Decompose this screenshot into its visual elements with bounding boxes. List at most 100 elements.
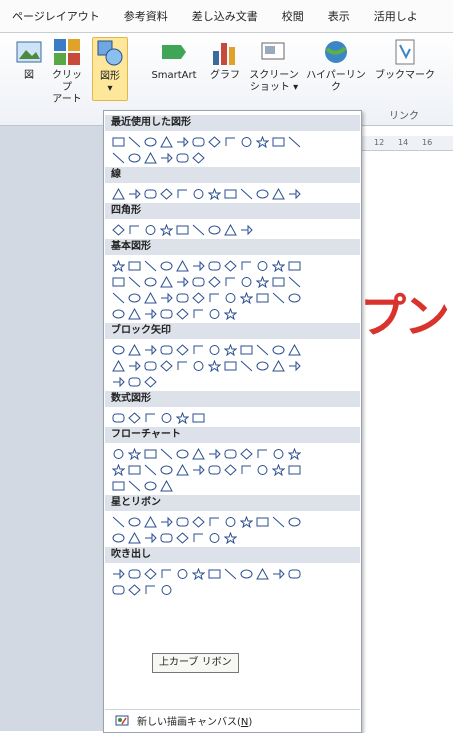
ribbon-button-clipart[interactable]: クリップ アート xyxy=(50,37,84,105)
shape-option[interactable] xyxy=(176,448,189,460)
shape-option[interactable] xyxy=(160,275,173,288)
shape-option[interactable] xyxy=(272,359,285,372)
shape-option[interactable] xyxy=(272,259,285,272)
shape-option[interactable] xyxy=(192,260,205,272)
shape-option[interactable] xyxy=(112,259,125,272)
shape-option[interactable] xyxy=(112,516,125,528)
shape-option[interactable] xyxy=(176,136,189,148)
shape-option[interactable] xyxy=(192,276,205,288)
shape-option[interactable] xyxy=(208,308,221,320)
shape-option[interactable] xyxy=(272,448,285,460)
shape-option[interactable] xyxy=(256,260,269,272)
shape-option[interactable] xyxy=(208,275,221,288)
shape-option[interactable] xyxy=(176,152,189,164)
ribbon-button-hyperlink[interactable]: ハイパーリンク xyxy=(303,37,369,95)
shape-option[interactable] xyxy=(224,188,237,200)
shape-option[interactable] xyxy=(272,463,285,476)
shape-option[interactable] xyxy=(272,568,285,580)
shape-option[interactable] xyxy=(240,568,253,580)
shape-option[interactable] xyxy=(176,276,189,288)
shape-option[interactable] xyxy=(144,567,157,580)
shape-option[interactable] xyxy=(288,464,301,476)
shape-option[interactable] xyxy=(144,448,157,460)
shape-option[interactable] xyxy=(144,224,157,236)
shape-option[interactable] xyxy=(128,531,141,544)
shape-option[interactable] xyxy=(160,260,173,272)
shape-option[interactable] xyxy=(144,291,157,304)
shape-option[interactable] xyxy=(192,188,205,200)
ribbon-button-shapes[interactable]: 図形 ▾ xyxy=(92,37,128,101)
shape-option[interactable] xyxy=(144,412,157,424)
shape-option[interactable] xyxy=(240,344,253,356)
new-drawing-canvas-item[interactable]: 新しい描画キャンバス(N) xyxy=(105,709,360,730)
shape-option[interactable] xyxy=(192,515,205,528)
shape-option[interactable] xyxy=(160,344,173,356)
shape-option[interactable] xyxy=(176,292,189,304)
shape-option[interactable] xyxy=(160,448,173,460)
shape-option[interactable] xyxy=(256,448,269,460)
ribbon-tab-3[interactable]: 校閲 xyxy=(270,8,316,24)
shape-option[interactable] xyxy=(256,188,269,200)
shape-option[interactable] xyxy=(128,480,141,492)
shape-option[interactable] xyxy=(160,412,173,424)
shape-option[interactable] xyxy=(144,464,157,476)
shape-option[interactable] xyxy=(192,291,205,304)
shape-option[interactable] xyxy=(176,224,189,236)
shape-option[interactable] xyxy=(160,479,173,492)
ribbon-button-picture[interactable]: 図 xyxy=(14,37,44,95)
shape-option[interactable] xyxy=(256,464,269,476)
ribbon-tab-1[interactable]: 参考資料 xyxy=(112,8,180,24)
horizontal-ruler[interactable]: 12 14 16 xyxy=(360,136,453,151)
shape-option[interactable] xyxy=(192,412,205,424)
shape-option[interactable] xyxy=(272,292,285,304)
shape-option[interactable] xyxy=(256,516,269,528)
shape-option[interactable] xyxy=(144,151,157,164)
shape-option[interactable] xyxy=(208,260,221,272)
shape-option[interactable] xyxy=(256,135,269,148)
shape-option[interactable] xyxy=(128,411,141,424)
shape-option[interactable] xyxy=(176,360,189,372)
shape-option[interactable] xyxy=(128,583,141,596)
shape-option[interactable] xyxy=(224,360,237,372)
shape-option[interactable] xyxy=(112,344,125,356)
shape-option[interactable] xyxy=(176,259,189,272)
shape-option[interactable] xyxy=(160,292,173,304)
shape-option[interactable] xyxy=(160,308,173,320)
shape-option[interactable] xyxy=(112,376,125,388)
shape-option[interactable] xyxy=(160,464,173,476)
shape-option[interactable] xyxy=(128,224,141,236)
shape-option[interactable] xyxy=(144,260,157,272)
shape-option[interactable] xyxy=(288,260,301,272)
shape-option[interactable] xyxy=(240,360,253,372)
shape-option[interactable] xyxy=(176,531,189,544)
shape-option[interactable] xyxy=(208,359,221,372)
shape-option[interactable] xyxy=(112,292,125,304)
shape-option[interactable] xyxy=(192,344,205,356)
shape-option[interactable] xyxy=(224,531,237,544)
shape-option[interactable] xyxy=(208,516,221,528)
shape-option[interactable] xyxy=(112,359,125,372)
shape-option[interactable] xyxy=(128,307,141,320)
shape-option[interactable] xyxy=(176,516,189,528)
shape-option[interactable] xyxy=(192,464,205,476)
shape-option[interactable] xyxy=(288,447,301,460)
shape-option[interactable] xyxy=(224,463,237,476)
ribbon-button-screenshot[interactable]: スクリーン ショット ▾ xyxy=(249,37,299,95)
shape-option[interactable] xyxy=(128,188,141,200)
shape-option[interactable] xyxy=(112,223,125,236)
shape-option[interactable] xyxy=(112,187,125,200)
shape-option[interactable] xyxy=(160,532,173,544)
shape-option[interactable] xyxy=(144,308,157,320)
shape-option[interactable] xyxy=(144,188,157,200)
shape-option[interactable] xyxy=(224,276,237,288)
shape-option[interactable] xyxy=(144,344,157,356)
shape-option[interactable] xyxy=(144,375,157,388)
shape-option[interactable] xyxy=(192,447,205,460)
shape-option[interactable] xyxy=(112,308,125,320)
shape-option[interactable] xyxy=(160,568,173,580)
shape-option[interactable] xyxy=(144,515,157,528)
shape-option[interactable] xyxy=(144,480,157,492)
shape-option[interactable] xyxy=(192,360,205,372)
shape-option[interactable] xyxy=(176,411,189,424)
ribbon-button-chart[interactable]: グラフ xyxy=(208,37,242,95)
